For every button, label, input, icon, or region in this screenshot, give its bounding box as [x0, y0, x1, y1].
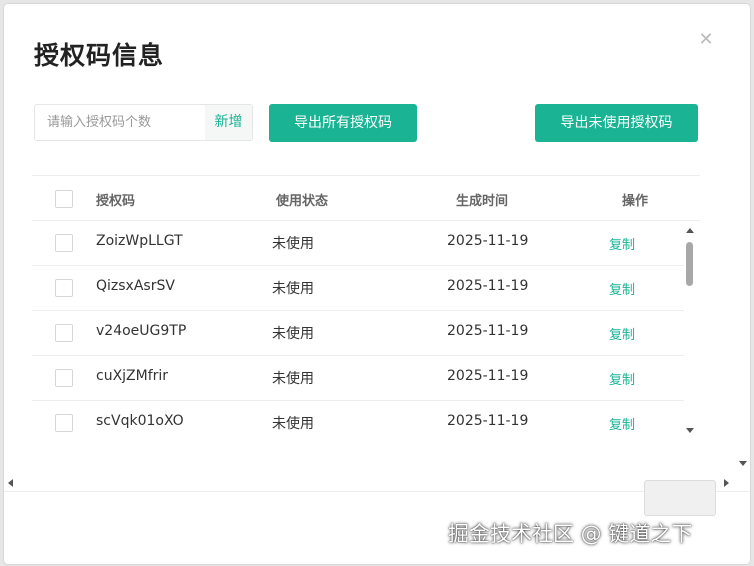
- footer-button[interactable]: [644, 480, 716, 516]
- status-cell: 未使用: [272, 371, 314, 387]
- copy-link[interactable]: 复制: [609, 414, 635, 433]
- status-cell: 未使用: [272, 416, 314, 432]
- copy-link[interactable]: 复制: [609, 369, 635, 388]
- table-row: QizsxAsrSV 未使用 2025-11-19 复制: [32, 266, 684, 311]
- dialog-vertical-scrollbar[interactable]: [736, 4, 750, 476]
- row-checkbox[interactable]: [55, 279, 73, 297]
- header-code: 授权码: [96, 194, 136, 209]
- scroll-up-arrow-icon[interactable]: [686, 228, 694, 233]
- table-row: cuXjZMfrir 未使用 2025-11-19 复制: [32, 356, 684, 401]
- code-cell: ZoizWpLLGT: [96, 233, 183, 249]
- row-checkbox[interactable]: [55, 234, 73, 252]
- row-checkbox[interactable]: [55, 414, 73, 432]
- row-checkbox[interactable]: [55, 369, 73, 387]
- dialog-horizontal-scrollbar[interactable]: [4, 476, 736, 490]
- time-cell: 2025-11-19: [447, 368, 529, 384]
- header-time: 生成时间: [456, 194, 509, 209]
- export-all-button[interactable]: 导出所有授权码: [269, 104, 417, 142]
- add-button[interactable]: 新增: [205, 105, 252, 140]
- code-cell: cuXjZMfrir: [96, 368, 169, 384]
- table-header: 授权码 使用状态 生成时间 操作: [32, 176, 700, 221]
- status-cell: 未使用: [272, 326, 314, 342]
- time-cell: 2025-11-19: [447, 278, 529, 294]
- table-row: ZoizWpLLGT 未使用 2025-11-19 复制: [32, 221, 684, 266]
- copy-link[interactable]: 复制: [609, 324, 635, 343]
- table-row: scVqk01oXO 未使用 2025-11-19 复制: [32, 401, 684, 437]
- header-status: 使用状态: [276, 194, 329, 209]
- select-all-checkbox[interactable]: [55, 190, 73, 208]
- header-action: 操作: [622, 194, 649, 209]
- code-table: 授权码 使用状态 生成时间 操作 ZoizWpLLGT 未使用 2025-11-…: [32, 175, 700, 438]
- scrollbar-thumb[interactable]: [686, 242, 693, 286]
- time-cell: 2025-11-19: [447, 413, 529, 429]
- status-cell: 未使用: [272, 281, 314, 297]
- code-cell: QizsxAsrSV: [96, 278, 175, 294]
- code-cell: scVqk01oXO: [96, 413, 184, 429]
- code-count-input[interactable]: [35, 105, 205, 140]
- table-row: v24oeUG9TP 未使用 2025-11-19 复制: [32, 311, 684, 356]
- export-unused-button[interactable]: 导出未使用授权码: [535, 104, 698, 142]
- scroll-left-arrow-icon[interactable]: [8, 479, 13, 487]
- close-icon[interactable]: ✕: [697, 31, 715, 49]
- footer-divider: [4, 491, 750, 492]
- table-body: ZoizWpLLGT 未使用 2025-11-19 复制 QizsxAsrSV …: [32, 221, 700, 437]
- time-cell: 2025-11-19: [447, 323, 529, 339]
- scroll-down-arrow-icon[interactable]: [686, 428, 694, 433]
- time-cell: 2025-11-19: [447, 233, 529, 249]
- scroll-down-arrow-icon[interactable]: [739, 461, 747, 466]
- add-code-group: 新增: [34, 104, 253, 141]
- copy-link[interactable]: 复制: [609, 279, 635, 298]
- row-checkbox[interactable]: [55, 324, 73, 342]
- copy-link[interactable]: 复制: [609, 234, 635, 253]
- watermark: 掘金技术社区 @ 键道之下: [448, 522, 693, 546]
- dialog-title: 授权码信息: [34, 41, 165, 70]
- status-cell: 未使用: [272, 236, 314, 252]
- code-cell: v24oeUG9TP: [96, 323, 187, 339]
- scroll-right-arrow-icon[interactable]: [724, 479, 729, 487]
- table-scrollbar[interactable]: [684, 222, 696, 438]
